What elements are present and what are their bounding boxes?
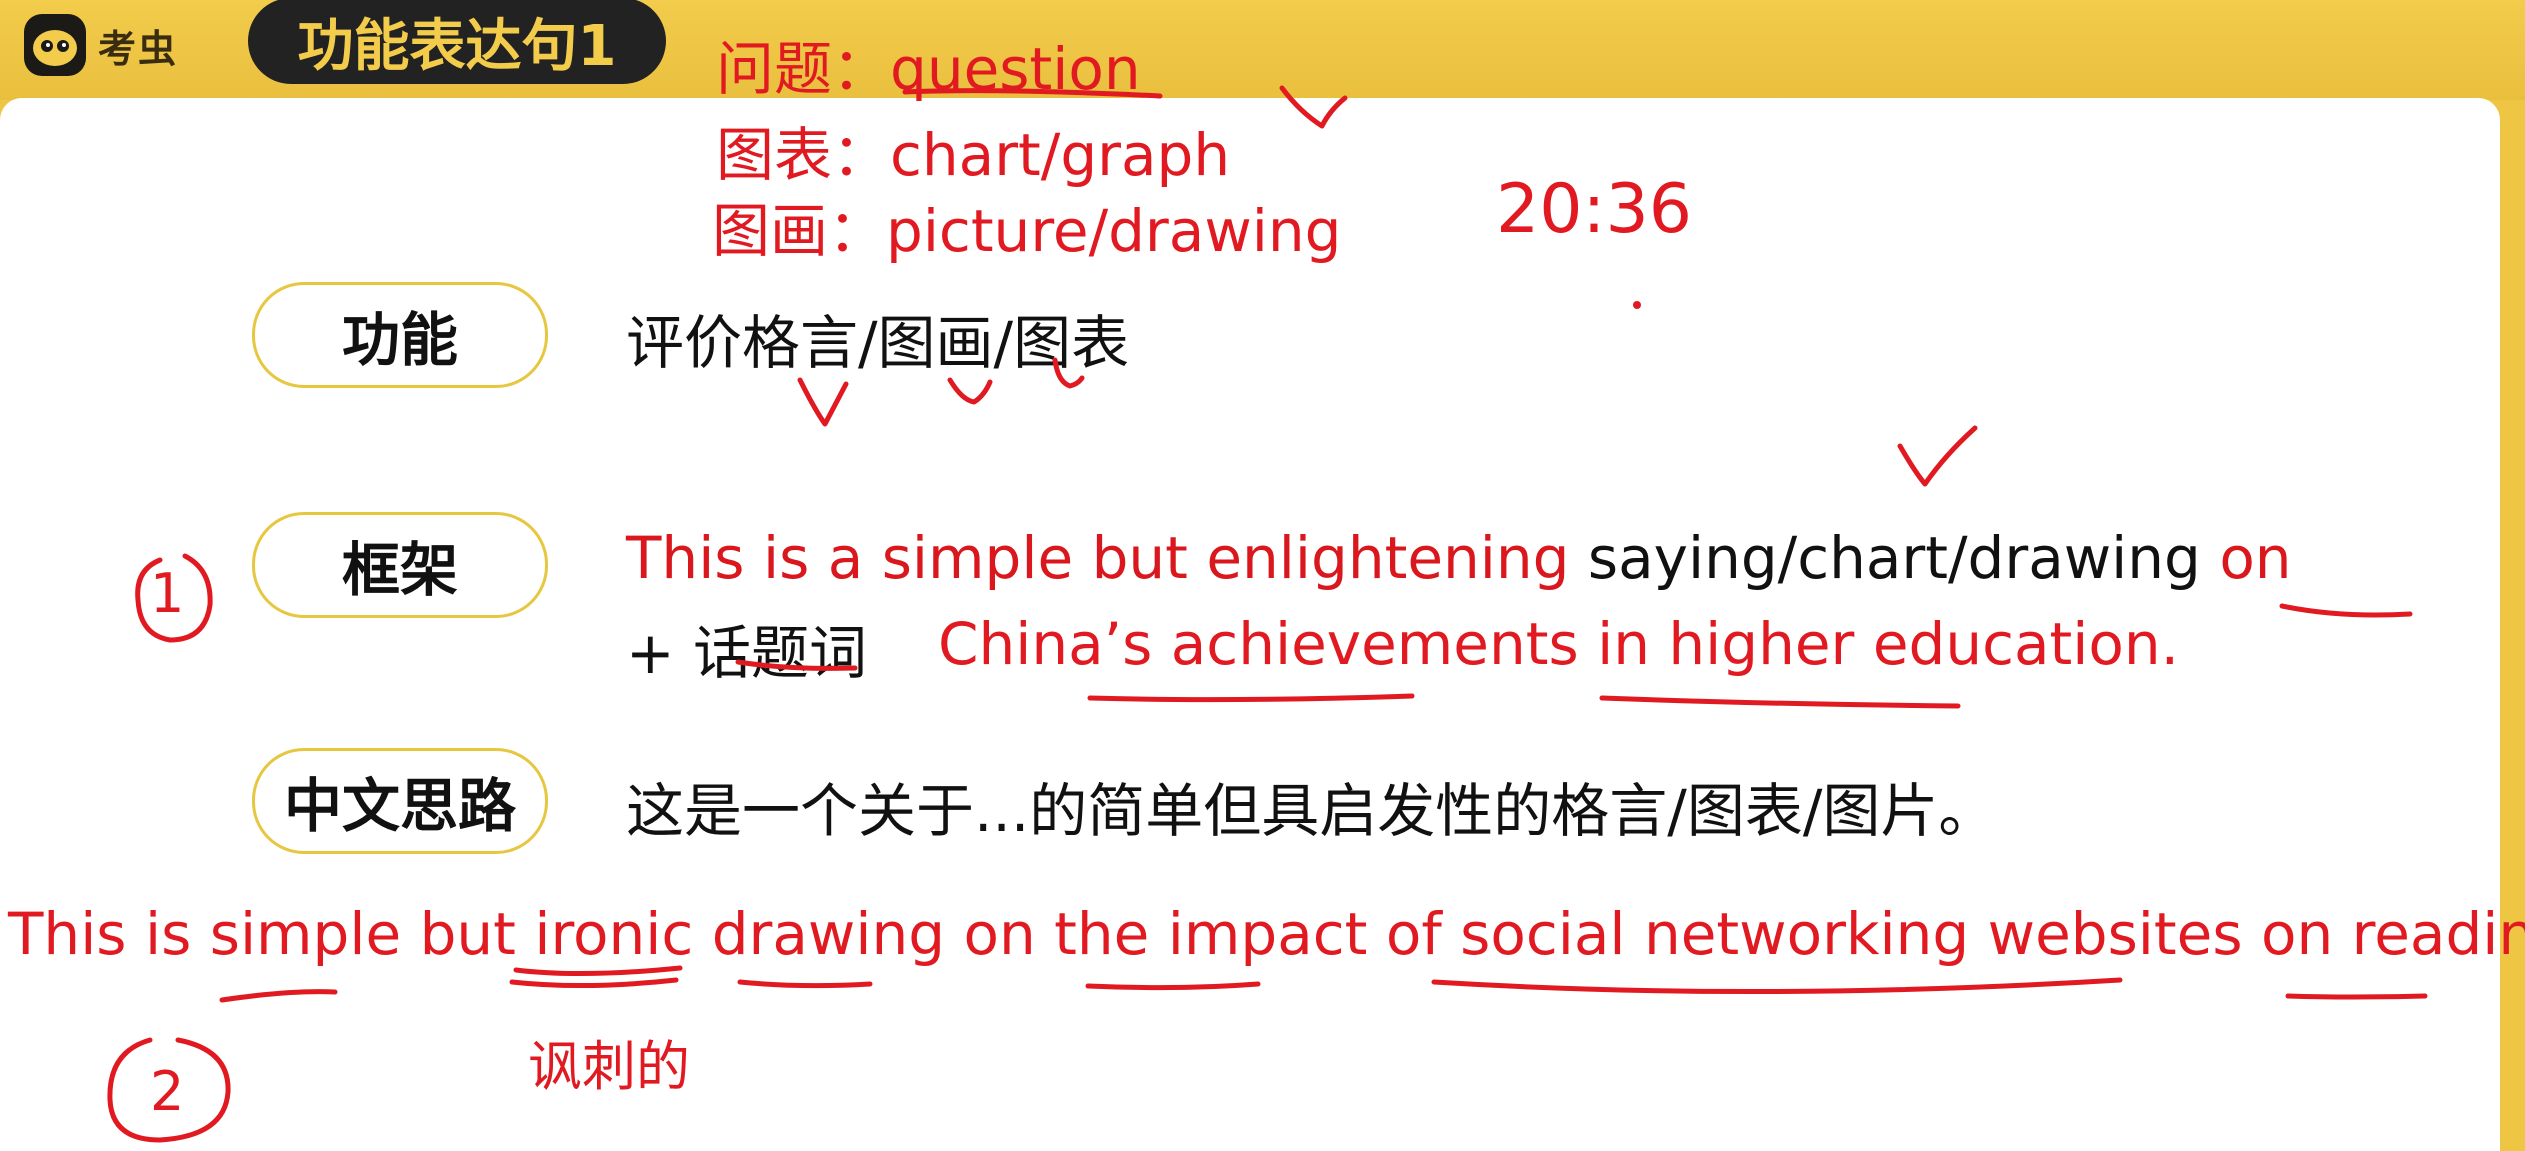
note-picture: 图画：picture/drawing: [712, 197, 1342, 265]
logo-icon: [24, 14, 86, 76]
label-frame: 框架: [252, 512, 548, 618]
header-bar: 考虫 功能表达句1: [0, 0, 2525, 100]
app-logo: 考虫: [24, 10, 178, 80]
label-chinese-idea: 中文思路: [252, 748, 548, 854]
frame-red-text: This is a simple but enlightening: [626, 524, 1570, 592]
note-topic-example: China’s achievements in higher education…: [938, 610, 2180, 678]
circled-number-2: 2: [150, 1060, 185, 1123]
note-ironic-gloss: 讽刺的: [528, 1035, 690, 1098]
circled-number-1: 1: [150, 562, 185, 625]
frame-topic-word: + 话题词: [626, 619, 868, 687]
logo-text: 考虫: [98, 26, 179, 71]
note-time: 20:36: [1496, 170, 1692, 249]
frame-on-text: on: [2219, 524, 2292, 592]
note-example-sentence: This is simple but ironic drawing on the…: [8, 900, 2525, 968]
note-question: 问题：question: [716, 35, 1141, 103]
note-chart: 图表：chart/graph: [716, 121, 1231, 189]
frame-sentence: This is a simple but enlightening saying…: [626, 524, 2292, 592]
chinese-idea-text: 这是一个关于...的简单但具启发性的格言/图表/图片。: [626, 777, 1997, 845]
label-function: 功能: [252, 282, 548, 388]
frame-black-text: saying/chart/drawing: [1569, 524, 2220, 592]
function-text: 评价格言/图画/图表: [626, 309, 1130, 377]
lesson-title: 功能表达句1: [248, 0, 666, 84]
